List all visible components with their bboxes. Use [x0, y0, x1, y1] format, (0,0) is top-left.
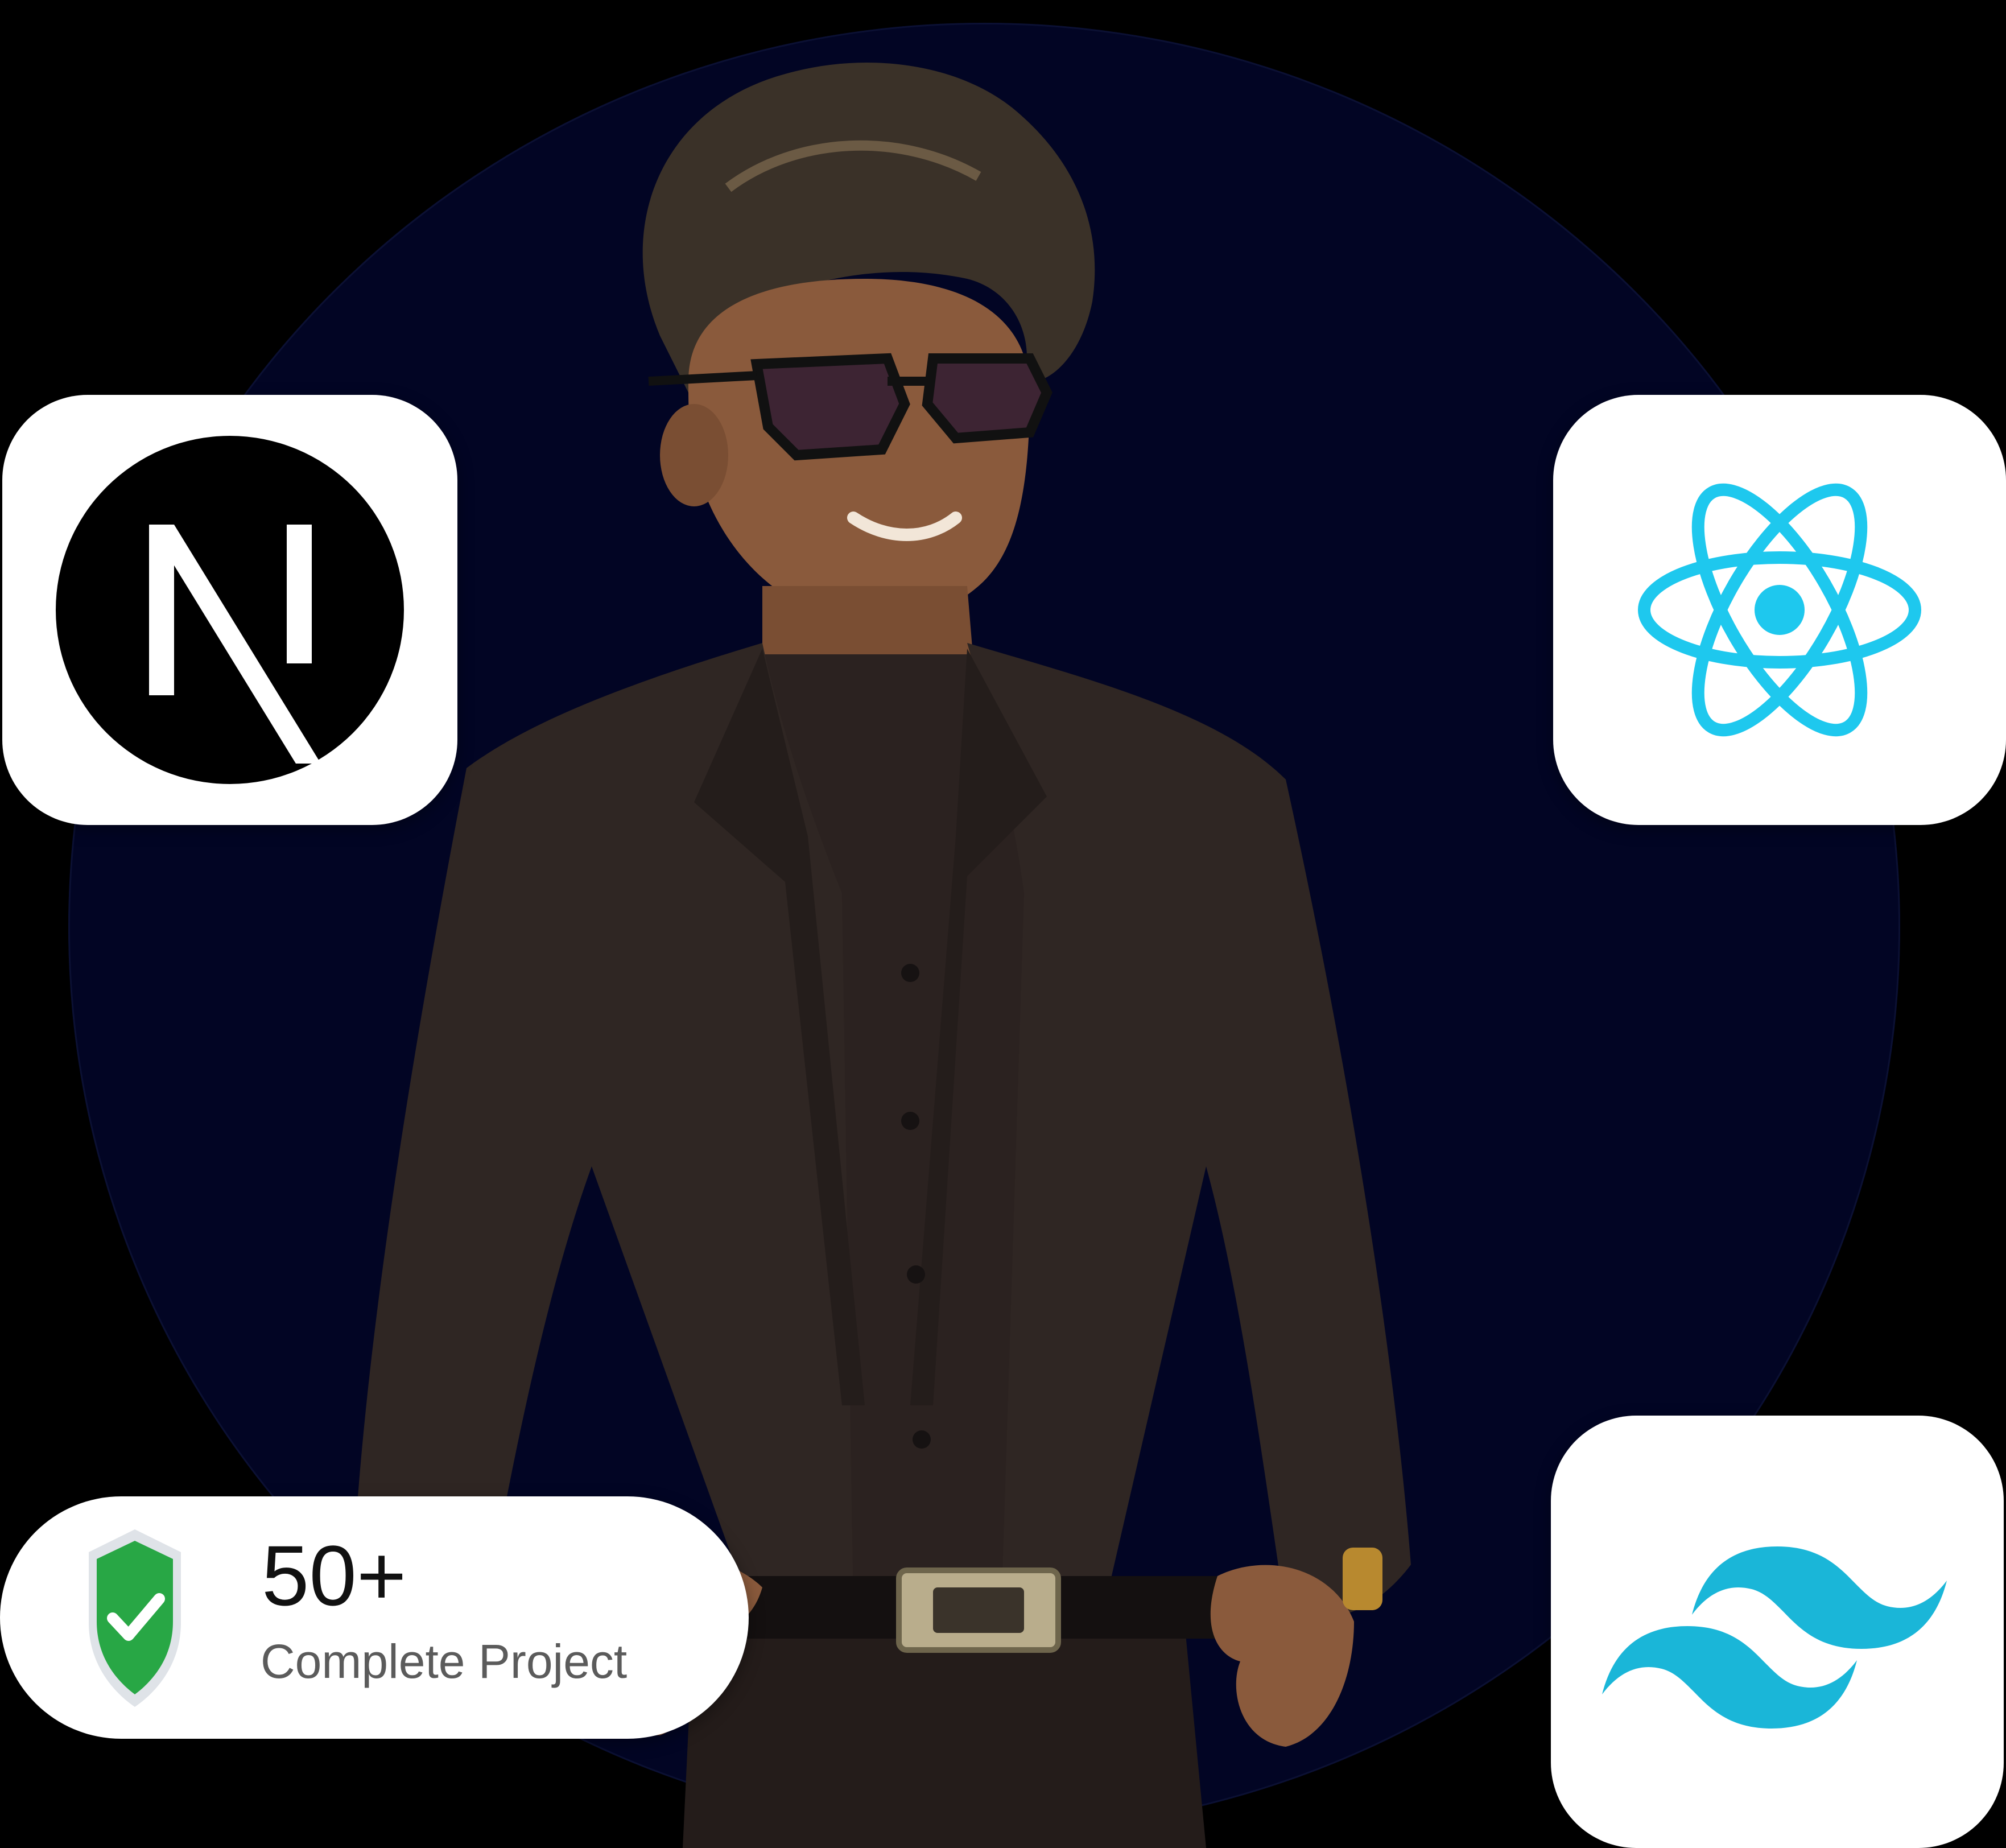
react-tile	[1553, 395, 2006, 825]
nextjs-icon	[56, 436, 404, 784]
project-count-label: Complete Project	[261, 1635, 628, 1688]
project-count-card: 50+ Complete Project	[0, 1496, 749, 1739]
nextjs-tile	[2, 395, 457, 825]
react-icon	[1638, 483, 1921, 737]
tailwind-icon	[1602, 1546, 1947, 1729]
tailwind-tile	[1551, 1416, 2004, 1848]
project-count-value: 50+	[262, 1528, 407, 1623]
shield-check-icon	[89, 1529, 181, 1707]
